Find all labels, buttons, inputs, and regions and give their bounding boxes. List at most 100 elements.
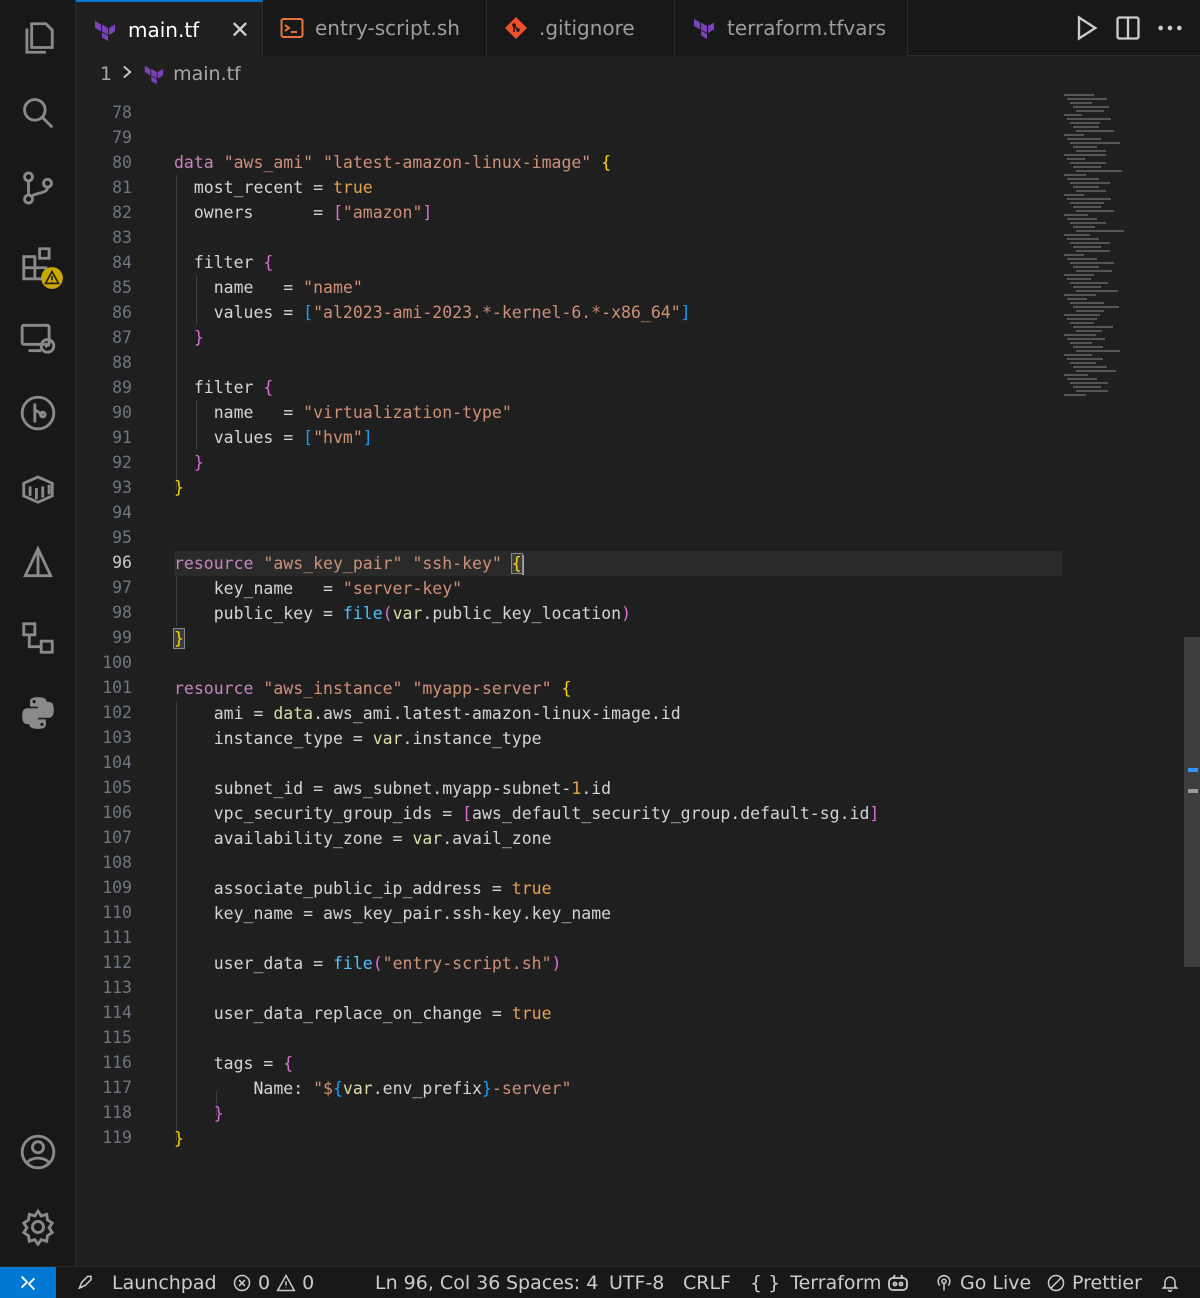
minimap-line [1073, 166, 1101, 168]
minimap-line [1064, 354, 1092, 356]
tab-main-tf[interactable]: main.tf ✕ [76, 0, 263, 57]
docker-icon[interactable] [0, 458, 76, 518]
minimap-line [1070, 342, 1092, 344]
minimap-line [1076, 230, 1124, 232]
minimap-line [1067, 258, 1097, 260]
minimap-line [1067, 98, 1107, 100]
code-line-116: tags = { [174, 1054, 294, 1073]
minimap-line [1076, 190, 1106, 192]
remote-explorer-icon[interactable] [0, 308, 76, 368]
minimap-line [1073, 226, 1095, 228]
encoding[interactable]: UTF-8 [609, 1267, 664, 1298]
code-line-87: } [193, 328, 204, 347]
code-line-110: key_name = aws_key_pair.ssh-key.key_name [174, 904, 612, 923]
minimap-line [1070, 222, 1106, 224]
tab-label: main.tf [128, 17, 200, 42]
minimap-line [1064, 314, 1100, 316]
close-tab-icon[interactable]: ✕ [230, 16, 250, 44]
minimap-line [1073, 146, 1097, 148]
line-number: 104 [102, 753, 132, 772]
minimap-line [1064, 154, 1106, 156]
line-number: 96 [112, 553, 132, 572]
minimap-line [1064, 214, 1088, 216]
minimap-line [1076, 130, 1114, 132]
minimap-line [1067, 338, 1105, 340]
code-line-107: availability_zone = var.avail_zone [174, 829, 552, 848]
explorer-icon[interactable] [0, 8, 76, 68]
aws-toolkit-icon[interactable] [0, 533, 76, 593]
breadcrumb-index[interactable]: 1 [100, 63, 112, 85]
more-actions-icon[interactable] [1156, 14, 1184, 42]
minimap-line [1070, 142, 1120, 144]
minimap-line [1073, 386, 1101, 388]
line-number: 105 [102, 778, 132, 797]
minimap-line [1070, 322, 1094, 324]
minimap-line [1064, 194, 1084, 196]
minimap-line [1076, 250, 1110, 252]
language-mode[interactable]: { } Terraform [750, 1267, 882, 1298]
breadcrumb-file[interactable]: main.tf [173, 63, 241, 85]
split-editor-icon[interactable] [1114, 14, 1142, 42]
tab-terraform-tfvars[interactable]: terraform.tfvars [675, 0, 908, 56]
warning-count: 0 [302, 1272, 315, 1294]
copilot-icon[interactable] [886, 1267, 916, 1298]
minimap-line [1070, 362, 1096, 364]
minimap[interactable] [1064, 92, 1160, 396]
problems-button[interactable]: 0 0 [232, 1267, 314, 1298]
remote-indicator-icon[interactable] [0, 1267, 56, 1298]
structure-icon[interactable] [0, 608, 76, 668]
minimap-line [1067, 318, 1097, 320]
git-graph-icon[interactable] [0, 383, 76, 443]
minimap-line [1076, 290, 1118, 292]
tab-entry-script[interactable]: entry-script.sh [263, 0, 487, 56]
line-number: 102 [102, 703, 132, 722]
cursor-position[interactable]: Ln 96, Col 36 [375, 1267, 500, 1298]
search-icon[interactable] [0, 83, 76, 143]
line-number: 88 [112, 353, 132, 372]
status-bar: Launchpad 0 0 Ln 96, Col 36 Spaces: 4 UT… [0, 1266, 1200, 1298]
source-control-icon[interactable] [0, 158, 76, 218]
code-line-96: resource "aws_key_pair" "ssh-key" { [174, 553, 524, 575]
vertical-scrollbar[interactable] [1184, 637, 1200, 967]
minimap-line [1070, 182, 1110, 184]
launchpad-button[interactable]: Launchpad [66, 1267, 217, 1298]
extensions-icon[interactable] [0, 233, 76, 293]
notifications-bell-icon[interactable] [1160, 1267, 1186, 1298]
minimap-line [1064, 134, 1084, 136]
minimap-line [1070, 262, 1114, 264]
run-icon[interactable] [1072, 14, 1100, 42]
line-number: 97 [112, 578, 132, 597]
minimap-line [1070, 102, 1092, 104]
line-number: 112 [102, 953, 132, 972]
line-number: 108 [102, 853, 132, 872]
end-of-line[interactable]: CRLF [683, 1267, 731, 1298]
code-editor[interactable]: 78 79 80 81 82 83 84 85 86 87 88 89 90 91 92 93 94 95 96 97… [76, 92, 1200, 1266]
line-number: 80 [112, 153, 132, 172]
line-number: 106 [102, 803, 132, 822]
minimap-line [1067, 178, 1099, 180]
warning-badge-icon [41, 267, 63, 289]
account-icon[interactable] [0, 1122, 76, 1182]
minimap-line [1064, 174, 1086, 176]
tab-gitignore[interactable]: .gitignore [487, 0, 675, 56]
error-count: 0 [258, 1272, 271, 1294]
line-number: 115 [102, 1028, 132, 1047]
settings-gear-icon[interactable] [0, 1197, 76, 1257]
tab-label: .gitignore [539, 16, 635, 40]
minimap-line [1076, 310, 1104, 312]
line-number: 119 [102, 1128, 132, 1147]
indentation[interactable]: Spaces: 4 [506, 1267, 598, 1298]
code-line-93: } [174, 478, 184, 497]
line-number: 89 [112, 378, 132, 397]
line-number: 100 [102, 653, 132, 672]
line-number: 92 [112, 453, 132, 472]
python-icon[interactable] [0, 683, 76, 743]
minimap-line [1064, 274, 1094, 276]
prettier-button[interactable]: Prettier [1046, 1267, 1142, 1298]
code-line-90: name = "virtualization-type" [174, 403, 512, 422]
line-number: 110 [102, 903, 132, 922]
code-area[interactable]: data "aws_ami" "latest-amazon-linux-imag… [173, 92, 1064, 1266]
minimap-line [1067, 218, 1097, 220]
go-live-button[interactable]: Go Live [934, 1267, 1031, 1298]
minimap-line [1073, 246, 1101, 248]
